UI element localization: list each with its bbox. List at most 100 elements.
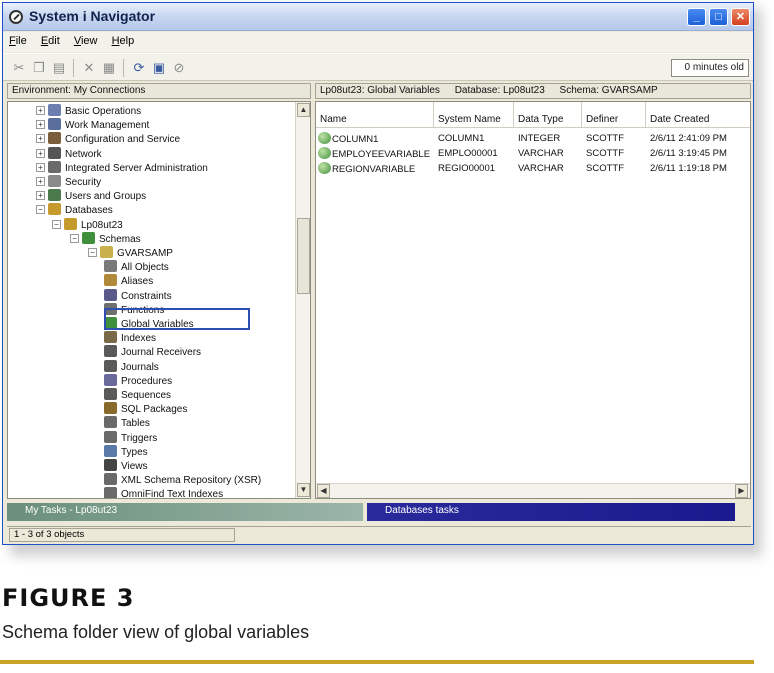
- column-header-name[interactable]: Name: [316, 102, 434, 128]
- tree-vertical-scrollbar[interactable]: ▲ ▼: [295, 102, 310, 498]
- sql-packages-icon: [104, 402, 117, 415]
- my-tasks-pane[interactable]: My Tasks - Lp08ut23: [7, 503, 363, 521]
- cut-icon[interactable]: ✂: [11, 60, 27, 76]
- cell-date-created: 2/6/11 3:19:45 PM: [650, 148, 727, 159]
- copy-icon[interactable]: ❐: [31, 60, 47, 76]
- object-count: 1 - 3 of 3 objects: [9, 528, 235, 542]
- tree-item-label: XML Schema Repository (XSR): [121, 475, 262, 487]
- objects-list[interactable]: Name System Name Data Type Definer Date Crea…: [315, 101, 751, 499]
- tree-item-journal-receivers[interactable]: Journal Receivers: [104, 345, 201, 359]
- tree-item-databases[interactable]: − Databases: [36, 203, 113, 217]
- tree-item-network[interactable]: + Network: [36, 146, 102, 161]
- security-icon: [48, 175, 61, 187]
- tree-item-security[interactable]: + Security: [36, 175, 101, 189]
- databases-tasks-pane[interactable]: Databases tasks: [367, 503, 735, 521]
- tree-item-all-objects[interactable]: All Objects: [104, 260, 169, 274]
- collapse-icon[interactable]: −: [88, 248, 97, 257]
- journals-icon: [104, 359, 117, 372]
- tree-item-label: Security: [65, 177, 102, 188]
- tree-item-aliases[interactable]: Aliases: [104, 274, 153, 288]
- tree-item-label: Aliases: [121, 276, 154, 288]
- expand-icon[interactable]: +: [36, 162, 45, 172]
- tree-item-types[interactable]: Types: [104, 444, 148, 459]
- tree-item-tables[interactable]: Tables: [104, 416, 150, 430]
- status-bar: 1 - 3 of 3 objects: [7, 526, 751, 542]
- expand-icon[interactable]: +: [36, 148, 45, 158]
- scroll-left-button[interactable]: ◀: [317, 484, 330, 498]
- tree-item-label: Tables: [121, 418, 150, 430]
- expand-icon[interactable]: +: [36, 120, 45, 130]
- tree-item-users-and-groups[interactable]: + Users and Groups: [36, 189, 146, 203]
- scroll-down-button[interactable]: ▼: [297, 483, 310, 497]
- cell-system-name: EMPLO00001: [438, 148, 498, 159]
- tree-item-label: Constraints: [121, 290, 172, 302]
- cell-definer: SCOTTF: [586, 133, 624, 144]
- tree-item-label: Basic Operations: [65, 106, 142, 117]
- column-header-date-created[interactable]: Date Created: [646, 102, 750, 128]
- tree-item-label: Lp08ut23: [81, 219, 123, 231]
- network-icon: [48, 146, 61, 159]
- navigator-window: System i Navigator _ □ ✕ File Edit View …: [2, 2, 754, 545]
- menu-view[interactable]: View: [68, 32, 103, 47]
- tree-item-gvarsamp[interactable]: − GVARSAMP: [88, 246, 173, 260]
- menu-file[interactable]: File: [3, 32, 32, 47]
- stop-icon[interactable]: ⊘: [171, 60, 187, 76]
- paste-icon[interactable]: ▤: [51, 60, 67, 76]
- refresh-age-field: 0 minutes old: [671, 59, 749, 77]
- tree-item-label: OmniFind Text Indexes: [121, 489, 224, 499]
- tree-item-basic-operations[interactable]: + Basic Operations: [36, 104, 141, 118]
- close-button[interactable]: ✕: [731, 8, 750, 26]
- navigation-tree[interactable]: + Basic Operations + Work Management + Config…: [7, 101, 311, 499]
- collapse-icon[interactable]: −: [36, 205, 45, 215]
- minimize-button[interactable]: _: [687, 8, 706, 26]
- scroll-thumb[interactable]: [297, 218, 310, 294]
- tree-item-sequences[interactable]: Sequences: [104, 388, 171, 402]
- maximize-button[interactable]: □: [709, 8, 728, 26]
- column-header-system-name[interactable]: System Name: [434, 102, 514, 128]
- tree-item-integrated-server-administration[interactable]: + Integrated Server Administration: [36, 160, 208, 175]
- properties-icon[interactable]: ▦: [101, 60, 117, 76]
- types-icon: [104, 444, 117, 457]
- cell-name: EMPLOYEEVARIABLE: [318, 147, 430, 161]
- tree-item-procedures[interactable]: Procedures: [104, 373, 173, 388]
- list-horizontal-scrollbar[interactable]: ◀ ▶: [316, 483, 750, 498]
- context-system: Lp08ut23: Global Variables: [320, 85, 440, 96]
- tree-item-label: Views: [121, 461, 148, 472]
- cell-date-created: 2/6/11 1:19:18 PM: [650, 163, 727, 174]
- tree-item-views[interactable]: Views: [104, 459, 148, 473]
- tree-item-label: Triggers: [121, 432, 158, 444]
- tree-item-schemas[interactable]: − Schemas: [70, 231, 141, 246]
- title-bar[interactable]: System i Navigator _ □ ✕: [3, 3, 753, 31]
- scroll-right-button[interactable]: ▶: [735, 484, 748, 498]
- run-sql-icon[interactable]: ▣: [151, 60, 167, 76]
- collapse-icon[interactable]: −: [52, 219, 61, 229]
- tree-item-label: Procedures: [121, 375, 173, 387]
- tree-item-configuration-and-service[interactable]: + Configuration and Service: [36, 132, 180, 146]
- tree-item-indexes[interactable]: Indexes: [104, 331, 156, 345]
- expand-icon[interactable]: +: [36, 106, 45, 115]
- toolbar-separator: [73, 59, 74, 77]
- tree-item-label: Sequences: [121, 390, 172, 401]
- expand-icon[interactable]: +: [36, 134, 45, 144]
- tree-item-work-management[interactable]: + Work Management: [36, 118, 149, 132]
- menu-help[interactable]: Help: [106, 32, 140, 47]
- delete-icon[interactable]: ✕: [81, 60, 97, 76]
- cell-data-type: VARCHAR: [518, 163, 564, 174]
- expand-icon[interactable]: +: [36, 191, 45, 201]
- tree-item-lp08ut23[interactable]: − Lp08ut23: [52, 217, 123, 232]
- scroll-up-button[interactable]: ▲: [297, 103, 310, 117]
- tree-item-constraints[interactable]: Constraints: [104, 288, 172, 303]
- tree-item-journals[interactable]: Journals: [104, 359, 159, 374]
- column-header-definer[interactable]: Definer: [582, 102, 646, 128]
- tree-item-omnifind-text-indexes[interactable]: OmniFind Text Indexes: [104, 487, 224, 499]
- column-header-data-type[interactable]: Data Type: [514, 102, 582, 128]
- caption-rule: [0, 660, 754, 664]
- tree-item-sql-packages[interactable]: SQL Packages: [104, 402, 187, 416]
- expand-icon[interactable]: +: [36, 177, 45, 186]
- collapse-icon[interactable]: −: [70, 233, 79, 243]
- refresh-icon[interactable]: ⟳: [131, 60, 147, 76]
- tree-item-triggers[interactable]: Triggers: [104, 430, 158, 445]
- tree-item-xml-schema-repository-xsr[interactable]: XML Schema Repository (XSR): [104, 473, 261, 487]
- tree-item-label: Schemas: [99, 233, 141, 245]
- menu-edit[interactable]: Edit: [35, 32, 65, 47]
